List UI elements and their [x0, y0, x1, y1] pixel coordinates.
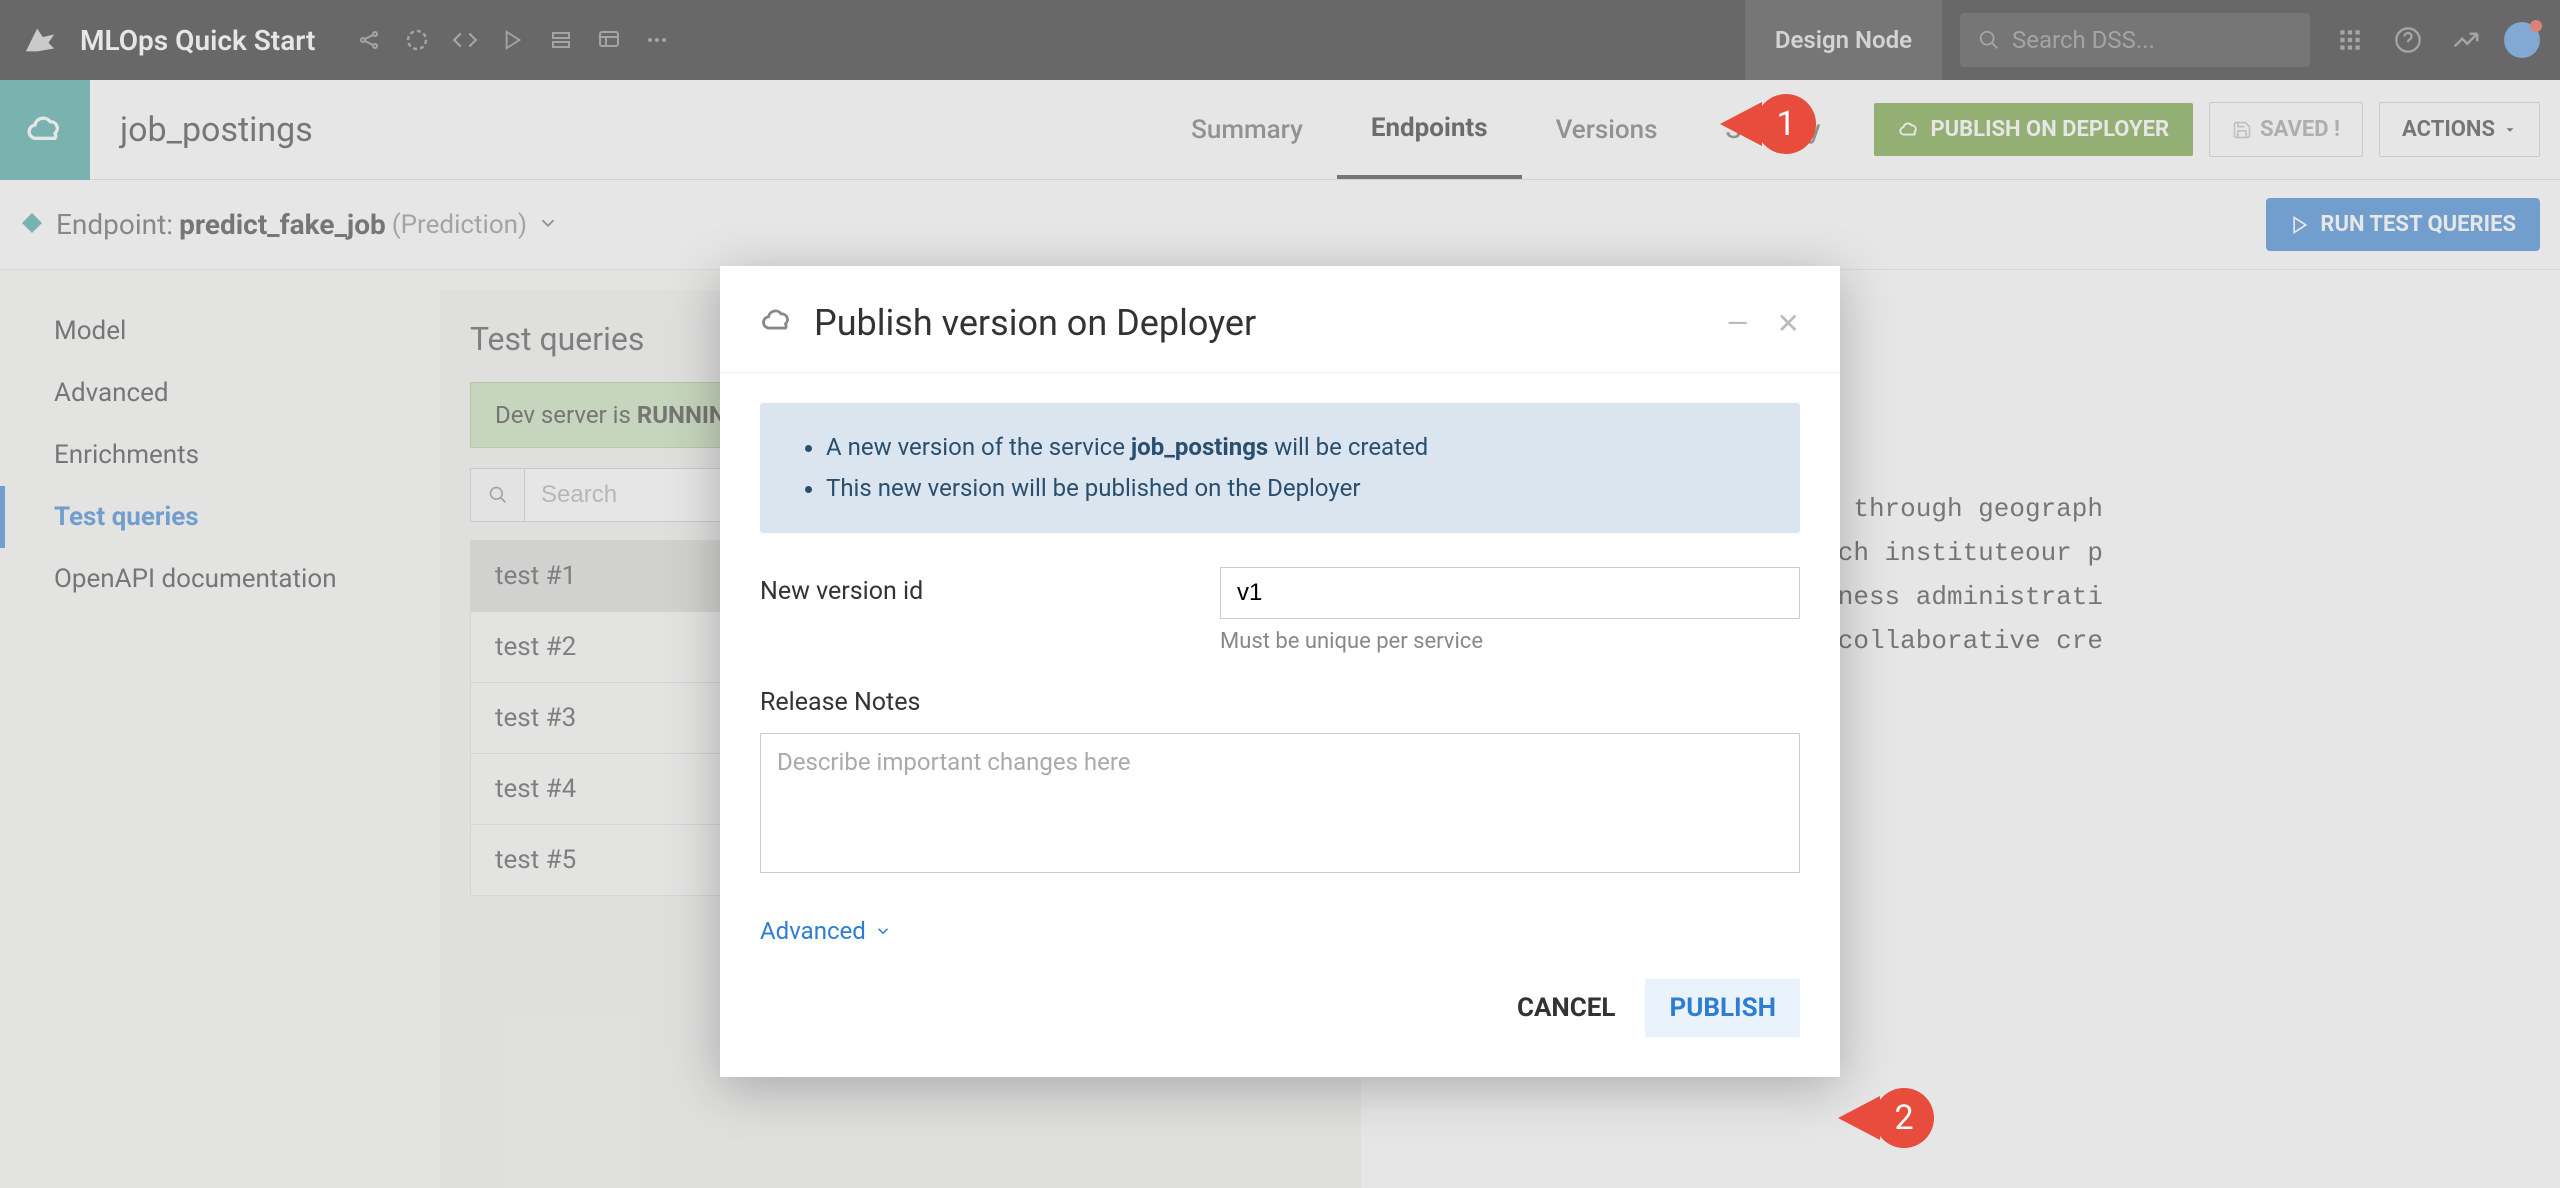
annotation-callout-2: 2: [1838, 1088, 1934, 1148]
modal-footer: CANCEL PUBLISH: [720, 945, 1840, 1077]
cloud-icon: [760, 304, 794, 342]
info-line-1: A new version of the service job_posting…: [826, 427, 1770, 468]
modal-info-box: A new version of the service job_posting…: [760, 403, 1800, 533]
close-icon[interactable]: ✕: [1777, 307, 1800, 340]
modal-header: Publish version on Deployer — ✕: [720, 266, 1840, 373]
release-notes-textarea[interactable]: [760, 733, 1800, 873]
version-id-hint: Must be unique per service: [1220, 629, 1800, 654]
modal-title: Publish version on Deployer: [814, 302, 1256, 344]
modal-body: A new version of the service job_posting…: [720, 373, 1840, 945]
version-id-label: New version id: [760, 567, 1220, 606]
minimize-icon[interactable]: —: [1727, 307, 1749, 340]
annotation-callout-1: 1: [1720, 94, 1816, 154]
cancel-button[interactable]: CANCEL: [1517, 993, 1616, 1023]
advanced-toggle[interactable]: Advanced: [760, 917, 892, 945]
info-line-2: This new version will be published on th…: [826, 468, 1770, 509]
version-id-row: New version id Must be unique per servic…: [760, 567, 1800, 654]
release-notes-label: Release Notes: [760, 688, 1800, 717]
version-id-input[interactable]: [1220, 567, 1800, 619]
release-notes-block: Release Notes: [760, 688, 1800, 877]
publish-version-modal: Publish version on Deployer — ✕ A new ve…: [720, 266, 1840, 1077]
advanced-label: Advanced: [760, 917, 866, 945]
publish-button[interactable]: PUBLISH: [1645, 979, 1800, 1037]
